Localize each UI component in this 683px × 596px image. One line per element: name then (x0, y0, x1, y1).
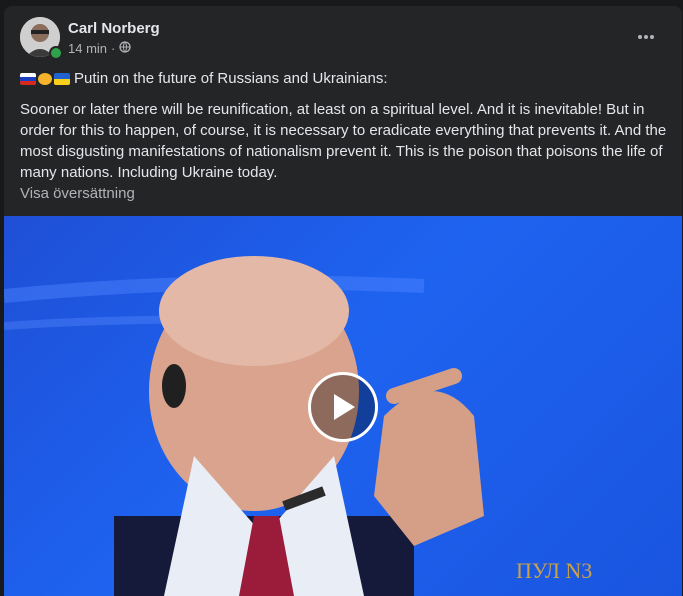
play-icon (334, 394, 355, 420)
handshake-icon (38, 73, 52, 85)
video-watermark: ПУЛ N3 (516, 558, 593, 583)
more-dots-icon (638, 35, 654, 39)
post-body: Sooner or later there will be reunificat… (20, 101, 667, 181)
russia-flag-icon (20, 73, 36, 85)
ukraine-flag-icon (54, 73, 70, 85)
video-player[interactable]: ПУЛ N3 (4, 216, 682, 596)
author-name[interactable]: Carl Norberg (68, 20, 160, 37)
meta-separator: · (111, 41, 116, 56)
emoji-group (20, 73, 70, 85)
post-header: Carl Norberg 14 min · (20, 17, 660, 61)
post-time[interactable]: 14 min (68, 41, 107, 56)
globe-icon[interactable] (119, 41, 132, 56)
post-card: Carl Norberg 14 min · Putin on the futur… (4, 6, 682, 596)
play-button[interactable] (308, 372, 378, 442)
post-meta: 14 min · (68, 41, 132, 56)
online-status-indicator (49, 46, 63, 60)
see-translation-link[interactable]: Visa översättning (20, 185, 135, 202)
more-options-button[interactable] (632, 23, 660, 51)
post-text: Putin on the future of Russians and Ukra… (20, 68, 668, 193)
post-headline: Putin on the future of Russians and Ukra… (74, 70, 388, 87)
